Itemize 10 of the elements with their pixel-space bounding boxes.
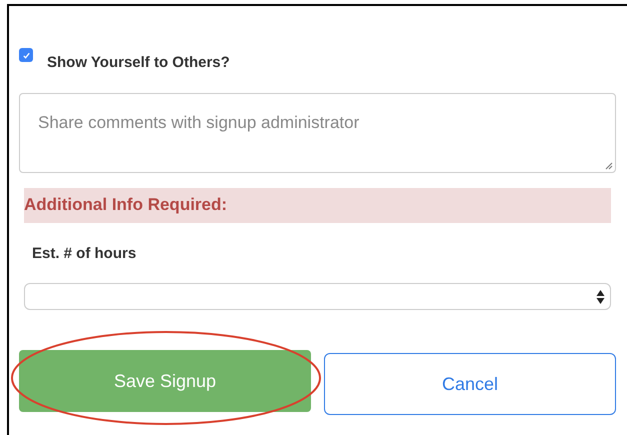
alert-text: Additional Info Required:: [24, 194, 228, 216]
checkbox[interactable]: [19, 48, 33, 62]
resize-handle-icon[interactable]: [605, 162, 613, 170]
select-arrows-icon: [596, 288, 605, 304]
cancel-button[interactable]: Cancel: [324, 353, 616, 415]
hours-label: Est. # of hours: [32, 244, 138, 264]
comments-field[interactable]: Share comments with signup administrator: [19, 92, 616, 172]
checkbox-label: Show Yourself to Others?: [47, 53, 230, 73]
check-icon: [22, 50, 30, 60]
save-button[interactable]: Save Signup: [19, 350, 311, 412]
